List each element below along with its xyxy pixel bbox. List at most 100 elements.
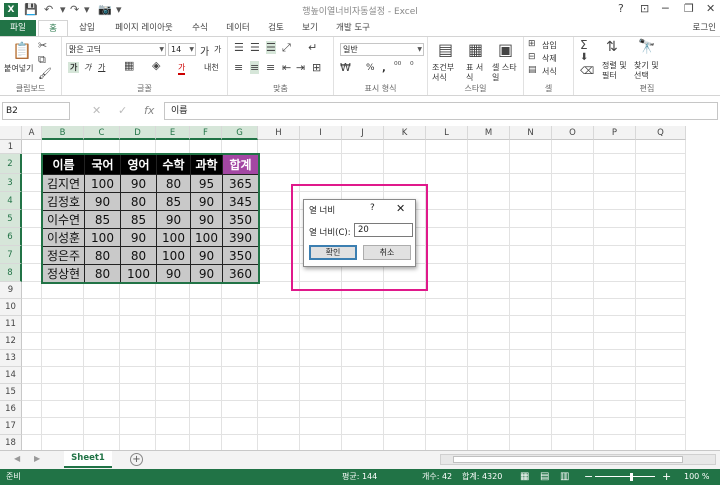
- grid-cell[interactable]: [156, 418, 190, 435]
- grid-cell[interactable]: [156, 333, 190, 350]
- format-cells-icon[interactable]: ▤: [528, 65, 537, 75]
- grid-cell[interactable]: [510, 264, 552, 282]
- grid-cell[interactable]: [552, 384, 594, 401]
- grid-cell[interactable]: [594, 299, 636, 316]
- grid-cell[interactable]: [510, 192, 552, 210]
- grow-font-button[interactable]: 가: [200, 43, 209, 58]
- row-header[interactable]: 13: [0, 350, 22, 367]
- row-header[interactable]: 8: [0, 264, 22, 282]
- grid-cell[interactable]: [510, 367, 552, 384]
- merge-center-icon[interactable]: ⊞: [312, 61, 321, 74]
- grid-cell[interactable]: [222, 350, 258, 367]
- grid-cell[interactable]: [426, 299, 468, 316]
- grid-cell[interactable]: [22, 384, 42, 401]
- grid-cell[interactable]: [190, 435, 222, 450]
- grid-cell[interactable]: [222, 333, 258, 350]
- table-cell[interactable]: 90: [120, 174, 157, 193]
- table-cell[interactable]: 정은주: [42, 246, 85, 265]
- grid-cell[interactable]: [636, 154, 686, 174]
- table-cell[interactable]: 90: [156, 210, 191, 229]
- find-select-icon[interactable]: 🔭: [638, 39, 655, 55]
- column-header[interactable]: D: [120, 126, 156, 140]
- grid-cell[interactable]: [222, 299, 258, 316]
- table-cell[interactable]: 80: [156, 174, 191, 193]
- grid-cell[interactable]: [258, 333, 300, 350]
- grid-cell[interactable]: [552, 154, 594, 174]
- grid-cell[interactable]: [552, 418, 594, 435]
- horizontal-scrollbar[interactable]: [440, 454, 716, 465]
- row-header[interactable]: 17: [0, 418, 22, 435]
- grid-cell[interactable]: [342, 401, 384, 418]
- grid-cell[interactable]: [594, 228, 636, 246]
- grid-cell[interactable]: [84, 333, 120, 350]
- grid-cell[interactable]: [384, 299, 426, 316]
- column-header[interactable]: O: [552, 126, 594, 140]
- tab-developer[interactable]: 개발 도구: [328, 20, 378, 36]
- grid-cell[interactable]: [468, 367, 510, 384]
- grid-cell[interactable]: [510, 401, 552, 418]
- row-header[interactable]: 2: [0, 154, 22, 174]
- grid-cell[interactable]: [222, 282, 258, 299]
- grid-cell[interactable]: [84, 350, 120, 367]
- grid-cell[interactable]: [426, 316, 468, 333]
- grid-cell[interactable]: [258, 316, 300, 333]
- format-as-table-button[interactable]: 표 서식: [466, 63, 488, 83]
- grid-cell[interactable]: [300, 384, 342, 401]
- wrap-text-icon[interactable]: ↵: [308, 41, 317, 54]
- grid-cell[interactable]: [342, 418, 384, 435]
- tab-page-layout[interactable]: 페이지 레이아웃: [106, 20, 182, 36]
- delete-cells-button[interactable]: 삭제: [542, 53, 557, 64]
- grid-cell[interactable]: [156, 299, 190, 316]
- table-header-cell[interactable]: 영어: [120, 154, 157, 175]
- ribbon-display-icon[interactable]: ⊡: [640, 2, 649, 15]
- grid-cell[interactable]: [636, 350, 686, 367]
- cut-icon[interactable]: ✂: [38, 39, 47, 52]
- number-format-select[interactable]: 일반 ▼: [340, 43, 424, 56]
- phonetic-button[interactable]: 내천: [204, 62, 219, 73]
- table-cell[interactable]: 김정호: [42, 192, 85, 211]
- font-name-select[interactable]: 맑은 고딕 ▼: [66, 43, 166, 56]
- help-button[interactable]: ?: [618, 2, 624, 15]
- grid-cell[interactable]: [42, 418, 84, 435]
- grid-cell[interactable]: [190, 367, 222, 384]
- grid-cell[interactable]: [594, 367, 636, 384]
- align-center-icon[interactable]: ≡: [250, 61, 260, 74]
- grid-cell[interactable]: [594, 350, 636, 367]
- page-break-view-icon[interactable]: ▥: [560, 469, 569, 485]
- grid-cell[interactable]: [426, 174, 468, 192]
- grid-cell[interactable]: [468, 174, 510, 192]
- cell-styles-button[interactable]: 셀 스타일: [492, 63, 522, 83]
- grid-cell[interactable]: [552, 228, 594, 246]
- grid-cell[interactable]: [120, 316, 156, 333]
- grid-cell[interactable]: [510, 228, 552, 246]
- grid-cell[interactable]: [342, 333, 384, 350]
- grid-cell[interactable]: [468, 154, 510, 174]
- grid-cell[interactable]: [156, 140, 190, 154]
- grid-cell[interactable]: [636, 264, 686, 282]
- grid-cell[interactable]: [42, 299, 84, 316]
- column-header[interactable]: L: [426, 126, 468, 140]
- grid-cell[interactable]: [384, 367, 426, 384]
- grid-cell[interactable]: [552, 316, 594, 333]
- decrease-decimal-icon[interactable]: ⁰: [410, 61, 414, 71]
- dialog-help-button[interactable]: ?: [370, 203, 375, 213]
- name-box[interactable]: B2: [2, 102, 70, 120]
- format-cells-button[interactable]: 서식: [542, 66, 557, 77]
- grid-cell[interactable]: [300, 316, 342, 333]
- table-cell[interactable]: 95: [190, 174, 223, 193]
- grid-cell[interactable]: [594, 140, 636, 154]
- conditional-formatting-icon[interactable]: ▤: [438, 40, 453, 59]
- grid-cell[interactable]: [222, 140, 258, 154]
- increase-indent-icon[interactable]: ⇥: [296, 61, 305, 74]
- column-width-input[interactable]: 20: [354, 223, 413, 237]
- grid-cell[interactable]: [552, 210, 594, 228]
- grid-cell[interactable]: [300, 401, 342, 418]
- grid-cell[interactable]: [84, 282, 120, 299]
- zoom-level[interactable]: 100 %: [684, 469, 709, 485]
- autosum-icon[interactable]: Σ: [580, 38, 588, 52]
- grid-cell[interactable]: [636, 210, 686, 228]
- grid-cell[interactable]: [552, 174, 594, 192]
- grid-cell[interactable]: [190, 282, 222, 299]
- grid-cell[interactable]: [156, 282, 190, 299]
- grid-cell[interactable]: [384, 333, 426, 350]
